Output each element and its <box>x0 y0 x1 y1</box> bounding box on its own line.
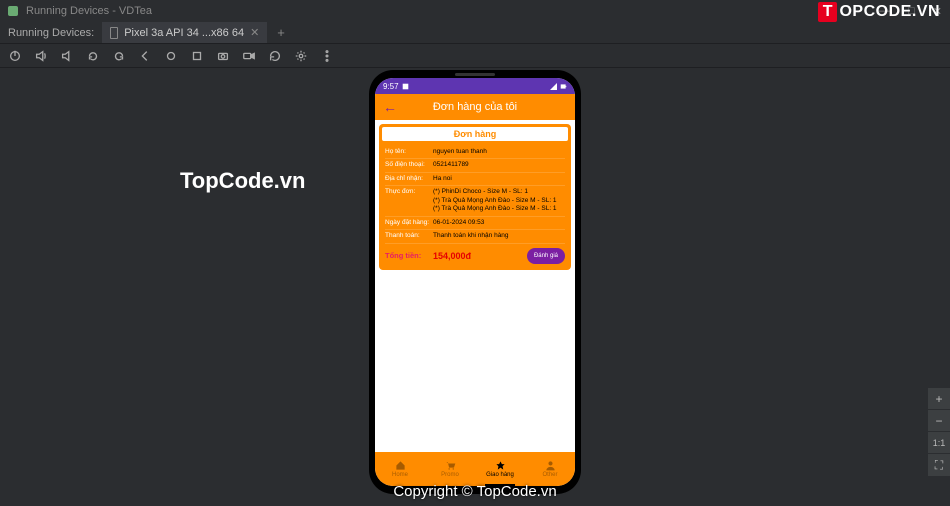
more-icon[interactable] <box>320 49 334 63</box>
signal-icon <box>550 83 557 90</box>
add-tab-button[interactable]: + <box>267 25 295 40</box>
window-titlebar: Running Devices - VDTea — □ ✕ <box>0 0 950 22</box>
logo-rest: OPCODE.VN <box>839 3 940 21</box>
tabbar-label: Running Devices: <box>0 27 102 39</box>
phone-speaker <box>455 73 495 76</box>
bottom-nav: Home Promo Giao hàng Other <box>375 452 575 486</box>
nav-delivery[interactable]: Giao hàng <box>475 452 525 486</box>
refresh-icon[interactable] <box>268 49 282 63</box>
zoom-in-button[interactable]: + <box>928 388 950 410</box>
row-phone: Số điện thoại:0521411789 <box>385 159 565 172</box>
row-total: Tổng tiền: 154,000đ Đánh giá <box>385 244 565 264</box>
zoom-fit-button[interactable]: 1:1 <box>928 432 950 454</box>
zoom-full-button[interactable]: ⛶ <box>928 454 950 476</box>
watermark-left: TopCode.vn <box>180 168 305 194</box>
tab-text: Pixel 3a API 34 ...x86 64 <box>124 27 244 39</box>
screenshot-icon[interactable] <box>216 49 230 63</box>
zoom-panel: + − 1:1 ⛶ <box>928 388 950 476</box>
delivery-nav-icon <box>495 460 506 471</box>
settings-icon[interactable] <box>294 49 308 63</box>
tab-close-icon[interactable]: ✕ <box>250 26 259 39</box>
watermark-bottom: Copyright © TopCode.vn <box>393 483 556 500</box>
overview-icon[interactable] <box>190 49 204 63</box>
app-content[interactable]: Đơn hàng Họ tên:nguyen tuan thanh Số điệ… <box>375 120 575 452</box>
power-icon[interactable] <box>8 49 22 63</box>
rotate-left-icon[interactable] <box>86 49 100 63</box>
menu-value: (*) PhinDi Choco - Size M - SL: 1 (*) Tr… <box>433 188 557 213</box>
home-nav-icon <box>395 460 406 471</box>
card-title: Đơn hàng <box>382 127 568 141</box>
volume-down-icon[interactable] <box>60 49 74 63</box>
record-icon[interactable] <box>242 49 256 63</box>
device-frame: 9:57 ← Đơn hàng của tôi Đơn hàng Họ tên:… <box>369 70 581 494</box>
device-icon <box>110 27 118 39</box>
row-date: Ngày đặt hàng:06-01-2024 09:53 <box>385 217 565 230</box>
back-arrow-icon[interactable]: ← <box>383 99 397 115</box>
total-amount: 154,000đ <box>433 251 527 261</box>
logo-box: T <box>818 2 838 22</box>
nav-home[interactable]: Home <box>375 452 425 486</box>
review-button[interactable]: Đánh giá <box>527 248 565 264</box>
nav-other[interactable]: Other <box>525 452 575 486</box>
android-statusbar: 9:57 <box>375 78 575 94</box>
app-header-title: Đơn hàng của tôi <box>433 101 517 113</box>
battery-icon <box>560 83 567 90</box>
rotate-right-icon[interactable] <box>112 49 126 63</box>
main-area: TopCode.vn 9:57 ← Đơn hàng của tôi <box>0 68 950 506</box>
volume-up-icon[interactable] <box>34 49 48 63</box>
app-icon <box>8 6 18 16</box>
status-time: 9:57 <box>383 82 399 91</box>
row-address: Địa chỉ nhận:Ha noi <box>385 173 565 186</box>
nav-promo[interactable]: Promo <box>425 452 475 486</box>
cart-nav-icon <box>445 460 456 471</box>
zoom-out-button[interactable]: − <box>928 410 950 432</box>
row-payment: Thanh toán:Thanh toán khi nhận hàng <box>385 230 565 243</box>
device-screen[interactable]: 9:57 ← Đơn hàng của tôi Đơn hàng Họ tên:… <box>375 78 575 486</box>
topcode-logo: TOPCODE.VN <box>818 2 940 22</box>
home-icon[interactable] <box>164 49 178 63</box>
app-header: ← Đơn hàng của tôi <box>375 94 575 120</box>
device-tab[interactable]: Pixel 3a API 34 ...x86 64 ✕ <box>102 22 267 43</box>
notif-icon <box>402 83 409 90</box>
device-toolbar <box>0 44 950 68</box>
row-menu: Thực đơn:(*) PhinDi Choco - Size M - SL:… <box>385 186 565 216</box>
window-title: Running Devices - VDTea <box>26 5 152 17</box>
back-icon[interactable] <box>138 49 152 63</box>
row-name: Họ tên:nguyen tuan thanh <box>385 146 565 159</box>
order-card: Đơn hàng Họ tên:nguyen tuan thanh Số điệ… <box>379 124 571 270</box>
tab-bar: Running Devices: Pixel 3a API 34 ...x86 … <box>0 22 950 44</box>
user-nav-icon <box>545 460 556 471</box>
